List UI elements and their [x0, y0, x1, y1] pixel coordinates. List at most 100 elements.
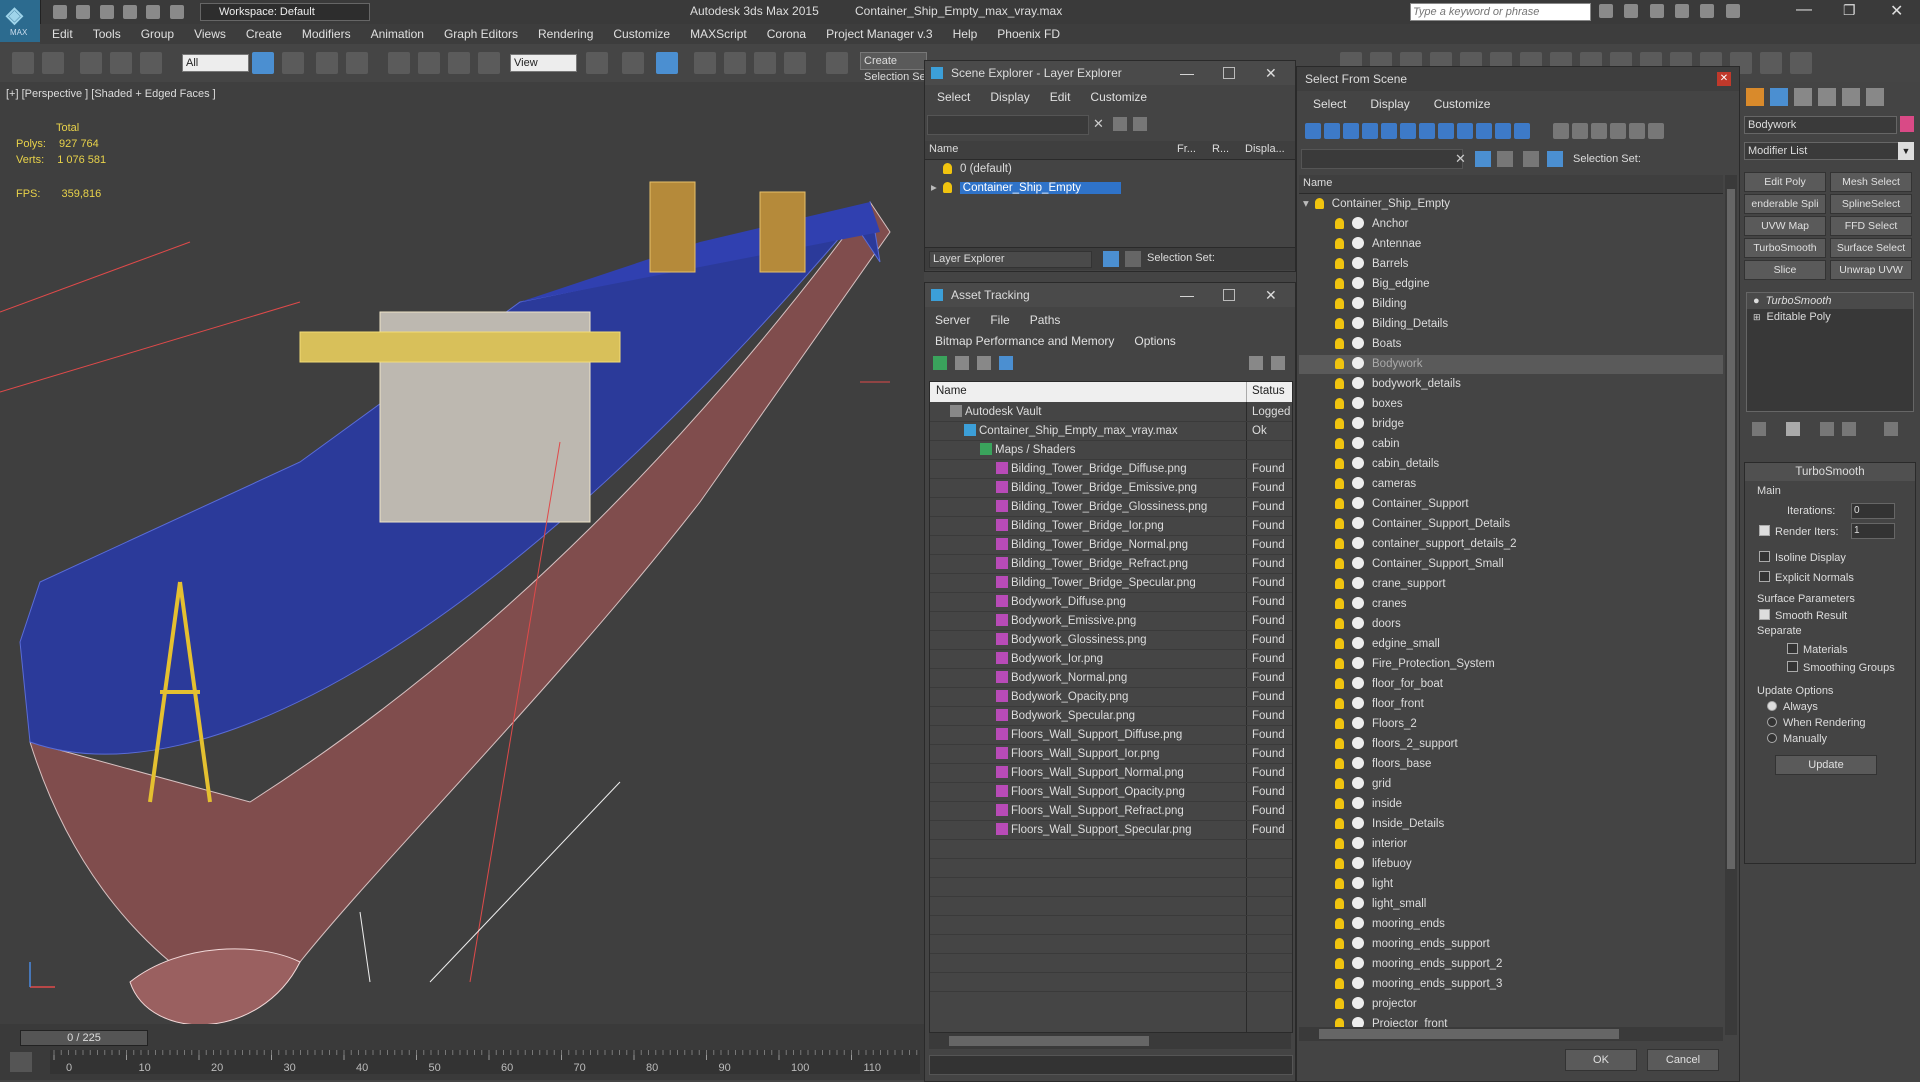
binoculars-icon[interactable]	[1599, 4, 1613, 18]
undo-icon[interactable]	[123, 5, 138, 19]
checkbox-checked[interactable]	[1759, 609, 1770, 620]
display-containers-icon[interactable]	[1476, 123, 1492, 139]
rectangle-selection-icon[interactable]	[316, 52, 338, 74]
asset-row[interactable]: Bilding_Tower_Bridge_Diffuse.png Found	[930, 460, 1292, 479]
pin-stack-icon[interactable]	[1752, 422, 1766, 436]
select-object-icon[interactable]	[252, 52, 274, 74]
stack-item-turbosmooth[interactable]: ● TurboSmooth	[1747, 293, 1913, 309]
object-row[interactable]: mooring_ends_support	[1299, 935, 1723, 954]
object-row[interactable]: Big_edgine	[1299, 275, 1723, 294]
layer-row[interactable]: ▸ Container_Ship_Empty	[925, 179, 1295, 198]
col-render[interactable]: R...	[1212, 143, 1229, 155]
object-row[interactable]: Boats	[1299, 335, 1723, 354]
search-input[interactable]	[1410, 3, 1591, 21]
asset-row[interactable]: Bilding_Tower_Bridge_Specular.png Found	[930, 574, 1292, 593]
visibility-icon[interactable]	[1335, 758, 1344, 769]
visibility-icon[interactable]	[1335, 458, 1344, 469]
modifier-button[interactable]: Edit Poly	[1744, 172, 1826, 192]
menu-item[interactable]: Select	[1301, 95, 1358, 113]
spinner-snap-icon[interactable]	[784, 52, 806, 74]
display-spacewarps-icon[interactable]	[1400, 123, 1416, 139]
asset-row[interactable]: Floors_Wall_Support_Normal.png Found	[930, 764, 1292, 783]
scrollbar-thumb[interactable]	[949, 1036, 1149, 1046]
when-rendering-radio[interactable]: When Rendering	[1767, 717, 1866, 729]
modifier-button[interactable]: Mesh Select	[1830, 172, 1912, 192]
undo-icon[interactable]	[12, 52, 34, 74]
layer-visibility-icon[interactable]	[942, 182, 952, 193]
menu-item[interactable]: Help	[941, 24, 986, 41]
menu-item[interactable]: Modifiers	[290, 24, 359, 41]
expand-icon[interactable]: ⊞	[1753, 312, 1761, 322]
object-row[interactable]: floors_base	[1299, 755, 1723, 774]
object-row[interactable]: floor_front	[1299, 695, 1723, 714]
object-row[interactable]: bodywork_details	[1299, 375, 1723, 394]
visibility-icon[interactable]	[1335, 578, 1344, 589]
key-icon[interactable]	[1624, 4, 1639, 18]
configure-sets-icon[interactable]	[1884, 422, 1898, 436]
list-view-icon[interactable]	[955, 356, 969, 370]
rollout-title[interactable]: TurboSmooth	[1745, 463, 1915, 481]
filter-icon[interactable]	[1475, 151, 1491, 167]
visibility-icon[interactable]	[1335, 838, 1344, 849]
time-slider[interactable]: 0 / 225	[20, 1030, 148, 1046]
named-selection-set-dropdown[interactable]: Create Selection Se	[860, 52, 927, 83]
options-icon[interactable]	[1648, 123, 1664, 139]
expand-icon[interactable]: ▸	[931, 182, 937, 194]
save-file-icon[interactable]	[99, 5, 114, 19]
unlink-icon[interactable]	[110, 52, 132, 74]
track-bar[interactable]: 010203040506070809010011012	[50, 1050, 948, 1074]
scene-explorer-search[interactable]	[927, 115, 1089, 135]
hierarchy-mode-icon[interactable]	[1547, 151, 1563, 167]
visibility-icon[interactable]	[1335, 438, 1344, 449]
display-geometry-icon[interactable]	[1305, 123, 1321, 139]
scene-explorer-titlebar[interactable]: Scene Explorer - Layer Explorer — ✕	[925, 61, 1295, 85]
object-row[interactable]: Container_Support_Small	[1299, 555, 1723, 574]
object-row[interactable]: light_small	[1299, 895, 1723, 914]
asset-row[interactable]: Bodywork_Normal.png Found	[930, 669, 1292, 688]
visibility-icon[interactable]	[1335, 978, 1344, 989]
object-root-row[interactable]: ▾ Container_Ship_Empty	[1299, 195, 1723, 214]
minimize-icon[interactable]: —	[1796, 1, 1812, 19]
menu-item[interactable]: File	[980, 310, 1019, 331]
radio[interactable]	[1767, 733, 1777, 743]
clear-search-icon[interactable]: ✕	[1093, 116, 1104, 132]
object-row[interactable]: Container_Support_Details	[1299, 515, 1723, 534]
asset-row[interactable]: Bilding_Tower_Bridge_Refract.png Found	[930, 555, 1292, 574]
smooth-result-checkbox[interactable]: Smooth Result	[1759, 609, 1847, 622]
redo-icon[interactable]	[146, 5, 161, 19]
col-name[interactable]: Name	[1303, 177, 1332, 189]
sfs-vertical-scrollbar[interactable]	[1725, 175, 1737, 1035]
display-helpers-icon[interactable]	[1381, 123, 1397, 139]
object-row[interactable]: Bilding	[1299, 295, 1723, 314]
visibility-icon[interactable]	[1335, 598, 1344, 609]
object-row[interactable]: inside	[1299, 795, 1723, 814]
checkbox-checked[interactable]	[1759, 525, 1770, 536]
asset-row[interactable]: Bilding_Tower_Bridge_Emissive.png Found	[930, 479, 1292, 498]
object-row[interactable]: floor_for_boat	[1299, 675, 1723, 694]
layer-mode-icon[interactable]	[1103, 251, 1119, 267]
asset-row[interactable]: Bilding_Tower_Bridge_Glossiness.png Found	[930, 498, 1292, 517]
sfs-horizontal-scrollbar[interactable]	[1299, 1027, 1723, 1041]
asset-row[interactable]: Floors_Wall_Support_Opacity.png Found	[930, 783, 1292, 802]
edit-named-selection-icon[interactable]	[826, 52, 848, 74]
object-row[interactable]: lifebuoy	[1299, 855, 1723, 874]
perspective-viewport[interactable]: [+] [Perspective ] [Shaded + Edged Faces…	[0, 82, 924, 1024]
menu-item[interactable]: Edit	[1040, 88, 1081, 106]
object-row[interactable]: container_support_details_2	[1299, 535, 1723, 554]
checkbox[interactable]	[1759, 551, 1770, 562]
scale-icon[interactable]	[448, 52, 470, 74]
minimize-icon[interactable]: —	[1180, 283, 1194, 307]
asset-row[interactable]: Floors_Wall_Support_Diffuse.png Found	[930, 726, 1292, 745]
visibility-icon[interactable]	[1335, 498, 1344, 509]
always-radio[interactable]: Always	[1767, 701, 1818, 713]
hierarchy-tab-icon[interactable]	[1794, 88, 1812, 106]
asset-horizontal-scrollbar[interactable]	[929, 1033, 1291, 1049]
asset-row[interactable]: Bodywork_Ior.png Found	[930, 650, 1292, 669]
link-icon[interactable]	[80, 52, 102, 74]
object-row[interactable]: Antennae	[1299, 235, 1723, 254]
smoothing-groups-checkbox[interactable]: Smoothing Groups	[1787, 661, 1895, 674]
refresh-icon[interactable]	[933, 356, 947, 370]
reference-coordinate-dropdown[interactable]: View	[510, 54, 577, 72]
exchange-icon[interactable]	[1700, 4, 1715, 18]
batch-render-icon[interactable]	[1790, 52, 1812, 74]
